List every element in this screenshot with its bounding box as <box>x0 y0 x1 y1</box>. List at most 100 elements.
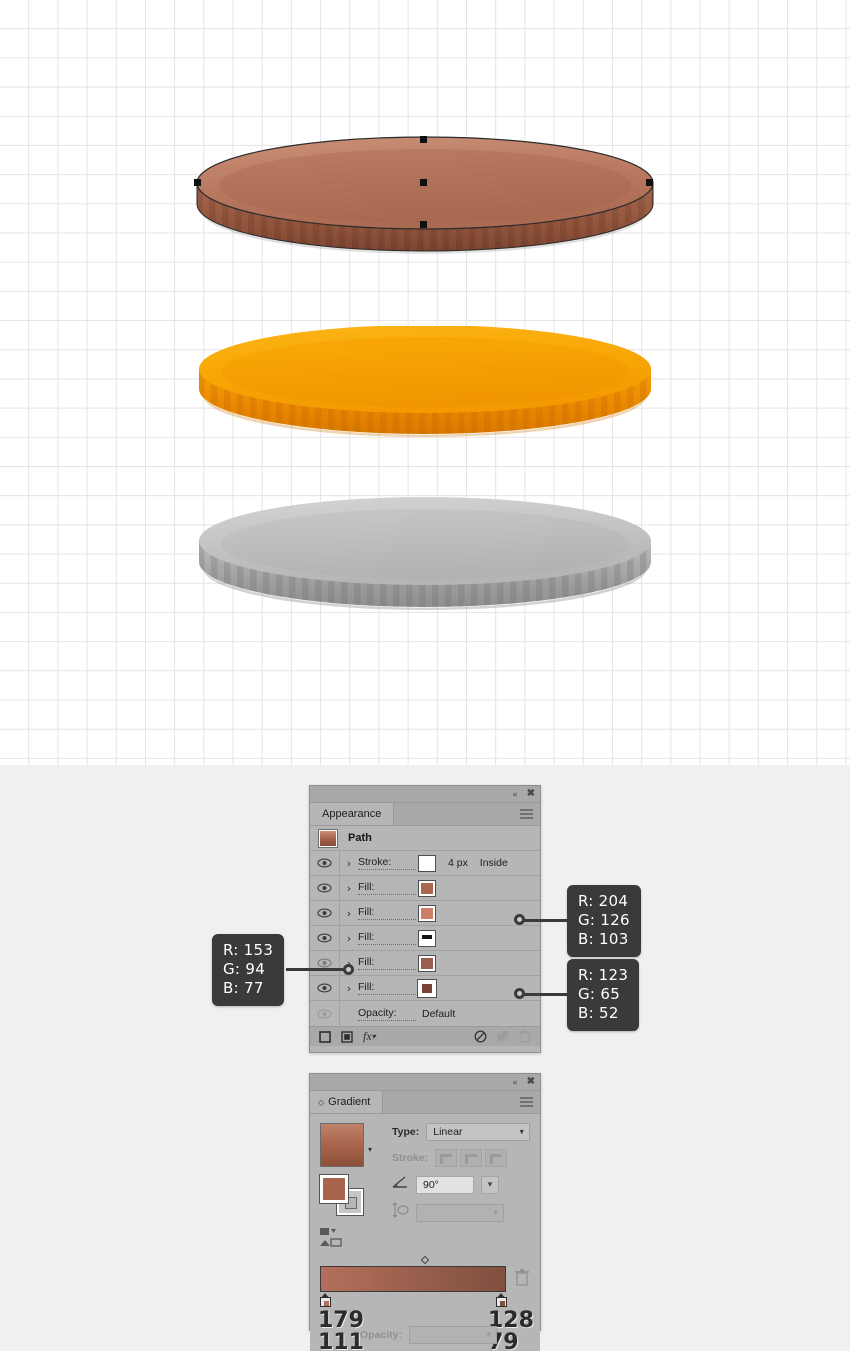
angle-icon <box>392 1175 409 1194</box>
stroke-width-value[interactable]: 4 px Inside <box>448 857 508 869</box>
chevron-right-icon[interactable]: › <box>340 932 358 945</box>
duplicate-item-icon[interactable] <box>497 1030 509 1043</box>
appearance-tabrow: Appearance <box>310 803 540 826</box>
stroke-color-swatch[interactable] <box>418 854 436 872</box>
anchor-point-bottom[interactable] <box>420 221 427 228</box>
chevron-right-icon[interactable]: › <box>340 882 358 895</box>
close-icon[interactable]: ✖ <box>527 1077 535 1087</box>
callout-fill-123: R: 123 G: 65 B: 52 <box>567 959 640 1031</box>
row-label-stroke: Stroke: <box>358 856 416 870</box>
appearance-object-header[interactable]: Path <box>310 826 540 851</box>
gradient-angle-input[interactable]: 90° <box>416 1175 474 1194</box>
silver-coin[interactable] <box>198 496 652 620</box>
callout-anchor-204 <box>514 914 525 925</box>
eye-icon <box>317 1009 332 1018</box>
double-chevron-left-icon[interactable]: « <box>513 1077 518 1087</box>
diamond-caret-icon[interactable]: ◇ <box>318 1098 324 1107</box>
appearance-row-fill-5[interactable]: › Fill: <box>310 976 540 1001</box>
eye-icon <box>317 883 332 893</box>
tab-appearance-label: Appearance <box>322 808 382 820</box>
fill-box-icon[interactable] <box>319 1174 349 1204</box>
visibility-toggle[interactable] <box>310 951 340 975</box>
gradient-panel-titlebar: « ✖ <box>310 1074 540 1091</box>
fill-color-swatch-5[interactable] <box>417 978 437 998</box>
callout-153-b: B: 77 <box>223 979 264 997</box>
visibility-toggle[interactable] <box>310 976 340 1000</box>
appearance-row-fill-3[interactable]: › Fill: <box>310 926 540 951</box>
gradient-midpoint-icon[interactable] <box>420 1255 430 1265</box>
chevron-down-icon: ▾ <box>519 1126 524 1137</box>
delete-item-icon[interactable] <box>519 1030 531 1043</box>
add-new-fill-icon[interactable] <box>341 1030 353 1043</box>
callout-leader-123 <box>521 993 569 996</box>
visibility-toggle[interactable] <box>310 901 340 925</box>
artboard-canvas[interactable] <box>0 0 850 765</box>
stroke-along-icon[interactable] <box>460 1149 483 1167</box>
stroke-within-icon[interactable] <box>435 1149 458 1167</box>
gradient-panel[interactable]: « ✖ ◇ Gradient ▾ Type: Linear ▾ Stroke: … <box>309 1073 541 1351</box>
type-label: Type: <box>392 1126 420 1138</box>
gradient-stop-left[interactable] <box>320 1293 331 1307</box>
tab-appearance[interactable]: Appearance <box>310 803 395 825</box>
gold-coin[interactable] <box>198 326 652 448</box>
appearance-row-fill-1[interactable]: › Fill: <box>310 876 540 901</box>
visibility-toggle[interactable] <box>310 851 340 875</box>
appearance-row-stroke[interactable]: › Stroke: 4 px Inside <box>310 851 540 876</box>
appearance-row-opacity[interactable]: Opacity: Default <box>310 1001 540 1026</box>
panel-menu-icon[interactable] <box>520 809 533 819</box>
fill-pattern-swatch-3[interactable] <box>418 929 436 947</box>
stroke-label: Stroke: <box>392 1152 429 1164</box>
appearance-panel[interactable]: « ✖ Appearance Path › Stroke: 4 px Insid… <box>309 785 541 1053</box>
gradient-aspect-row: ▾ <box>392 1202 530 1223</box>
panel-menu-icon[interactable] <box>520 1097 533 1107</box>
path-thumbnail <box>318 828 338 848</box>
fill-color-swatch-2[interactable] <box>418 904 436 922</box>
visibility-toggle-dim[interactable] <box>310 1001 340 1026</box>
callout-fill-153: R: 153 G: 94 B: 77 <box>212 934 285 1006</box>
gradient-opacity-select[interactable]: ▾ <box>409 1326 498 1344</box>
chevron-right-icon[interactable]: › <box>340 982 358 995</box>
visibility-toggle[interactable] <box>310 926 340 950</box>
gradient-angle-dropdown[interactable]: ▾ <box>481 1175 499 1194</box>
aspect-ratio-icon <box>392 1202 409 1223</box>
bronze-coin[interactable] <box>194 136 654 271</box>
gradient-type-value: Linear <box>433 1126 463 1138</box>
anchor-point-center[interactable] <box>420 179 427 186</box>
eye-icon <box>317 958 332 968</box>
chevron-down-icon: ▾ <box>493 1207 498 1217</box>
add-new-stroke-icon[interactable] <box>319 1030 331 1043</box>
anchor-point-top[interactable] <box>420 136 427 143</box>
fill-color-swatch-1[interactable] <box>418 879 436 897</box>
callout-fill-204: R: 204 G: 126 B: 103 <box>567 885 641 957</box>
opacity-value[interactable]: Default <box>422 1008 455 1020</box>
gradient-stop-right[interactable] <box>496 1293 507 1307</box>
anchor-point-left[interactable] <box>194 179 201 186</box>
stroke-across-icon[interactable] <box>485 1149 508 1167</box>
fill-stroke-control[interactable] <box>319 1174 366 1216</box>
visibility-toggle[interactable] <box>310 876 340 900</box>
double-chevron-left-icon[interactable]: « <box>513 789 518 799</box>
chevron-down-icon[interactable]: ▾ <box>368 1145 372 1154</box>
chevron-right-icon[interactable]: › <box>340 857 358 870</box>
anchor-point-right[interactable] <box>646 179 653 186</box>
fill-color-swatch-4[interactable] <box>418 954 436 972</box>
close-icon[interactable]: ✖ <box>527 789 535 799</box>
row-label-fill-5: Fill: <box>358 981 416 995</box>
gradient-type-select[interactable]: Linear ▾ <box>426 1123 530 1141</box>
gradient-ramp[interactable] <box>320 1266 506 1292</box>
add-new-effect-icon[interactable]: fx ▾ <box>363 1029 376 1044</box>
clear-appearance-icon[interactable] <box>474 1030 487 1043</box>
gradient-presets-icon[interactable] <box>320 1227 382 1254</box>
gradient-aspect-select[interactable]: ▾ <box>416 1203 504 1222</box>
gradient-swatch[interactable] <box>320 1123 364 1167</box>
appearance-panel-body: Path › Stroke: 4 px Inside › Fill: › Fil… <box>310 826 540 1046</box>
trash-icon[interactable] <box>514 1269 530 1287</box>
callout-123-r: R: 123 <box>578 966 629 984</box>
row-label-fill-4: Fill: <box>358 956 416 970</box>
stroke-align-text: Inside <box>479 857 508 869</box>
tab-gradient[interactable]: ◇ Gradient <box>310 1091 384 1113</box>
appearance-row-fill-2[interactable]: › Fill: <box>310 901 540 926</box>
gradient-slider[interactable]: 179 111 90 128 79 64 <box>318 1255 534 1351</box>
gold-coin-shape <box>199 326 651 438</box>
chevron-right-icon[interactable]: › <box>340 907 358 920</box>
